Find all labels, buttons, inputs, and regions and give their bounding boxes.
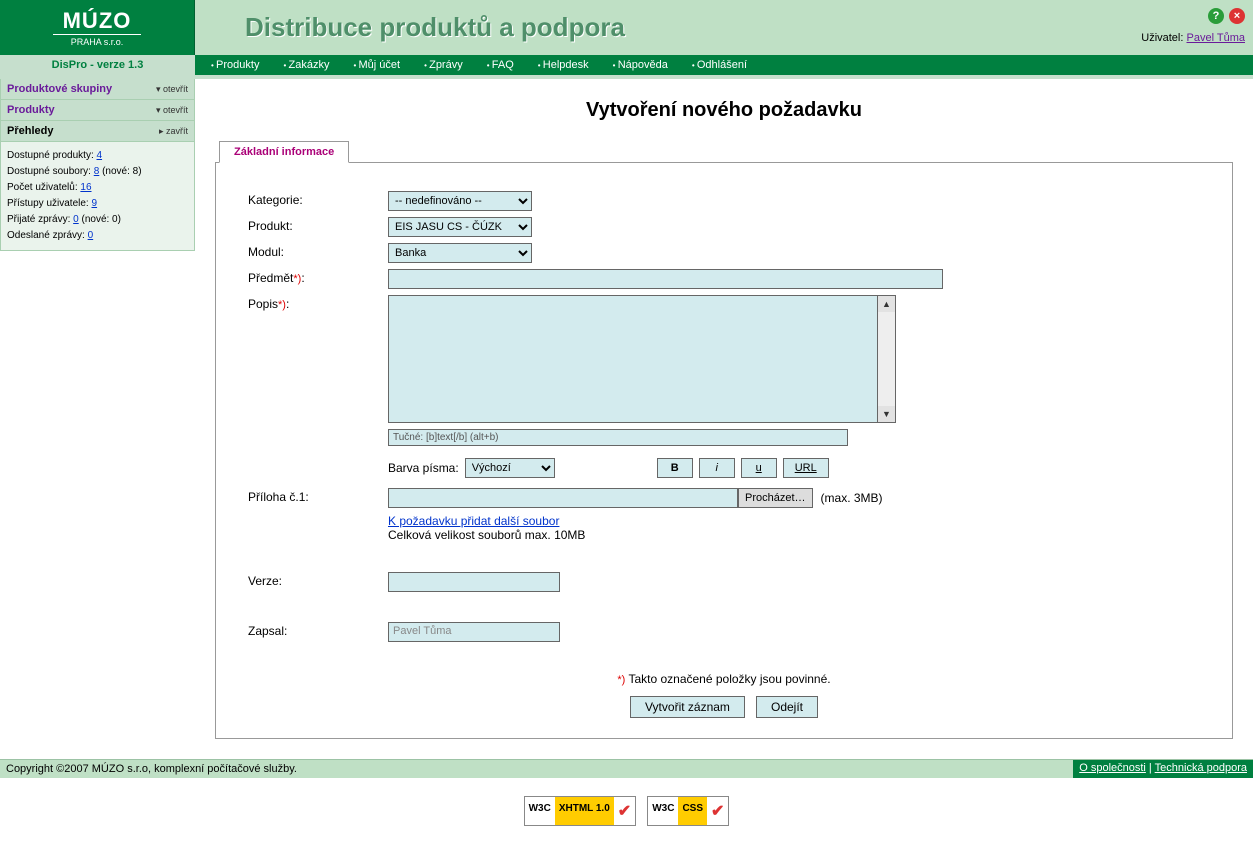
menu-zakazky[interactable]: Zakázky: [271, 59, 341, 71]
max-attach-note: (max. 3MB): [821, 491, 883, 505]
header-banner: Distribuce produktů a podpora ? × Uživat…: [195, 0, 1253, 55]
chevron-right-icon[interactable]: ▸ zavřít: [159, 126, 188, 137]
footer-about-link[interactable]: O společnosti: [1079, 762, 1146, 774]
stat-sent-link[interactable]: 0: [88, 230, 94, 241]
input-subject[interactable]: [388, 269, 943, 289]
author-field: Pavel Tůma: [388, 622, 560, 642]
tab-basic-info[interactable]: Základní informace: [219, 141, 349, 163]
version-bar: DisPro - verze 1.3: [0, 55, 195, 75]
help-icon[interactable]: ?: [1208, 8, 1224, 24]
app-title: Distribuce produktů a podpora: [245, 12, 625, 43]
select-module[interactable]: Banka: [388, 243, 532, 263]
scrollbar[interactable]: ▲ ▼: [878, 295, 896, 423]
label-product: Produkt:: [248, 217, 388, 233]
menu-zpravy[interactable]: Zprávy: [412, 59, 475, 71]
sidebar-overview-label: Přehledy: [7, 125, 53, 137]
footer-support-link[interactable]: Technická podpora: [1155, 762, 1247, 774]
menu-muj-ucet[interactable]: Můj účet: [341, 59, 412, 71]
menu-produkty[interactable]: Produkty: [199, 59, 271, 71]
file-input[interactable]: [388, 488, 738, 508]
close-icon[interactable]: ×: [1229, 8, 1245, 24]
form-panel: Kategorie: -- nedefinováno -- Produkt: E…: [215, 163, 1233, 739]
badge-css[interactable]: W3C CSS ✔: [647, 796, 729, 826]
italic-button[interactable]: i: [699, 458, 735, 478]
validator-badges: W3C XHTML 1.0 ✔ W3C CSS ✔: [0, 778, 1253, 844]
sidebar-products-head[interactable]: Produkty ▾ otevřít: [0, 100, 195, 121]
logo-sub: PRAHA s.r.o.: [71, 37, 124, 47]
chevron-down-icon[interactable]: ▾ otevřít: [156, 105, 188, 116]
label-attachment: Příloha č.1:: [248, 488, 388, 504]
stat-products-link[interactable]: 4: [97, 150, 103, 161]
sidebar-products-label: Produkty: [7, 104, 55, 116]
stat-inbox-link[interactable]: 0: [73, 214, 79, 225]
sidebar-overview-head[interactable]: Přehledy ▸ zavřít: [0, 121, 195, 142]
user-label: Uživatel:: [1141, 32, 1183, 44]
chevron-down-icon[interactable]: ▾ otevřít: [156, 84, 188, 95]
select-font-color[interactable]: Výchozí: [465, 458, 555, 478]
footer: Copyright ©2007 MÚZO s.r.o, komplexní po…: [0, 759, 1253, 778]
scroll-track[interactable]: [878, 312, 895, 406]
main-menu: Produkty Zakázky Můj účet Zprávy FAQ Hel…: [195, 55, 1253, 75]
create-button[interactable]: Vytvořit záznam: [630, 696, 745, 718]
leave-button[interactable]: Odejít: [756, 696, 818, 718]
url-button[interactable]: URL: [783, 458, 829, 478]
badge-xhtml[interactable]: W3C XHTML 1.0 ✔: [524, 796, 637, 826]
menu-napoveda[interactable]: Nápověda: [601, 59, 680, 71]
top-header: MÚZO PRAHA s.r.o. Distribuce produktů a …: [0, 0, 1253, 55]
stat-files-link[interactable]: 8: [94, 166, 100, 177]
logo-main: MÚZO: [53, 8, 142, 35]
label-category: Kategorie:: [248, 191, 388, 207]
label-author: Zapsal:: [248, 622, 388, 638]
menu-helpdesk[interactable]: Helpdesk: [526, 59, 601, 71]
copyright-text: Copyright ©2007 MÚZO s.r.o, komplexní po…: [6, 763, 297, 775]
format-hint: Tučné: [b]text[/b] (alt+b): [388, 429, 848, 446]
select-category[interactable]: -- nedefinováno --: [388, 191, 532, 211]
sidebar-groups-label: Produktové skupiny: [7, 83, 112, 95]
menu-faq[interactable]: FAQ: [475, 59, 526, 71]
user-info: Uživatel: Pavel Tůma: [1141, 32, 1245, 44]
content-area: Vytvoření nového požadavku Základní info…: [195, 79, 1253, 759]
tab-strip: Základní informace: [215, 140, 1233, 163]
scroll-up-icon[interactable]: ▲: [878, 296, 895, 312]
stat-access-link[interactable]: 9: [92, 198, 98, 209]
stat-users-link[interactable]: 16: [80, 182, 91, 193]
user-link[interactable]: Pavel Tůma: [1187, 32, 1246, 44]
sidebar-stats: Dostupné produkty: 4 Dostupné soubory: 8…: [0, 142, 195, 251]
label-module: Modul:: [248, 243, 388, 259]
label-description: Popis*):: [248, 295, 388, 311]
underline-button[interactable]: u: [741, 458, 777, 478]
add-file-link[interactable]: K požadavku přidat další soubor: [388, 514, 559, 528]
logo: MÚZO PRAHA s.r.o.: [0, 0, 195, 55]
bold-button[interactable]: B: [657, 458, 693, 478]
required-note: *) Takto označené položky jsou povinné.: [248, 672, 1200, 686]
total-size-note: Celková velikost souborů max. 10MB: [388, 528, 585, 542]
sidebar: Produktové skupiny ▾ otevřít Produkty ▾ …: [0, 79, 195, 759]
menu-odhlaseni[interactable]: Odhlášení: [680, 59, 759, 71]
label-subject: Předmět*):: [248, 269, 388, 285]
select-product[interactable]: EIS JASU CS - ČÚZK: [388, 217, 532, 237]
label-version: Verze:: [248, 572, 388, 588]
check-icon: ✔: [618, 801, 631, 821]
sidebar-groups-head[interactable]: Produktové skupiny ▾ otevřít: [0, 79, 195, 100]
scroll-down-icon[interactable]: ▼: [878, 406, 895, 422]
page-title: Vytvoření nového požadavku: [215, 99, 1233, 122]
browse-button[interactable]: Procházet…: [738, 488, 813, 508]
check-icon: ✔: [711, 801, 724, 821]
textarea-description[interactable]: [388, 295, 878, 423]
input-version[interactable]: [388, 572, 560, 592]
label-font-color: Barva písma:: [388, 461, 459, 475]
